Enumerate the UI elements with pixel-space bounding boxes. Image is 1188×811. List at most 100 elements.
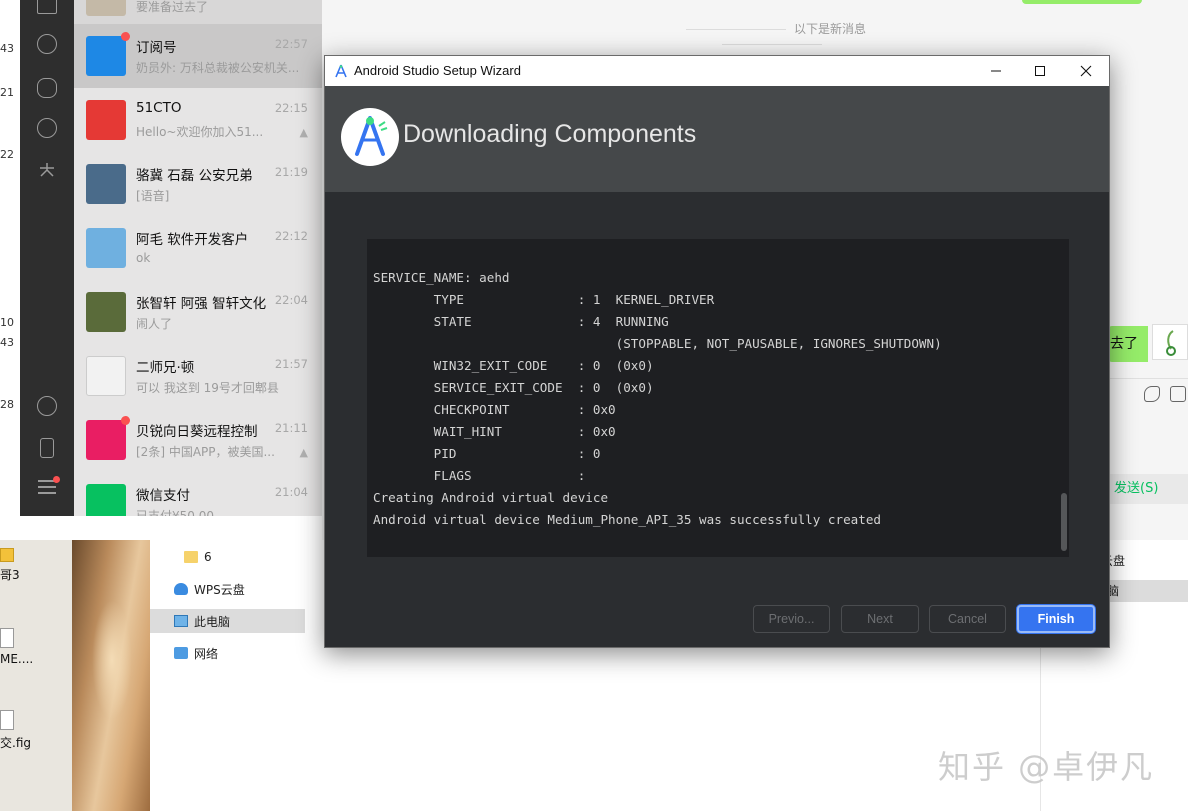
avatar bbox=[86, 228, 126, 268]
desktop: 哥3 ME.... 交.fig bbox=[0, 540, 150, 811]
avatar bbox=[86, 292, 126, 332]
message-bubble: 去了 bbox=[1108, 326, 1148, 362]
avatar bbox=[86, 164, 126, 204]
chat-list: 要准备过去了 订阅号 22:57 奶员外: 万科总裁被公安机关... 51CTO 22:… bbox=[74, 0, 322, 516]
toolbar-divider bbox=[1108, 378, 1188, 379]
chat-name: 骆冀 石磊 公安兄弟 bbox=[136, 168, 253, 184]
chat-name: 二师兄·顿 bbox=[136, 360, 195, 376]
chat-time: 21:04 bbox=[274, 485, 308, 499]
chat-list-item[interactable]: 订阅号 22:57 奶员外: 万科总裁被公安机关... bbox=[74, 24, 322, 88]
desktop-icon[interactable]: ME.... bbox=[0, 628, 72, 666]
chat-last-message: 已支付¥50.00 bbox=[136, 509, 214, 516]
console-output[interactable]: SERVICE_NAME: aehd TYPE : 1 KERNEL_DRIVE… bbox=[367, 239, 1069, 557]
mute-icon: ▲ bbox=[299, 446, 308, 459]
wechat-sidebar bbox=[20, 0, 74, 516]
maximize-button[interactable] bbox=[1017, 56, 1063, 86]
finish-button[interactable]: Finish bbox=[1017, 605, 1095, 633]
avatar bbox=[1152, 324, 1188, 360]
computer-icon bbox=[174, 615, 188, 627]
cloud-icon bbox=[174, 583, 188, 595]
video-call-icon[interactable] bbox=[1170, 386, 1186, 402]
nav-item-this-pc[interactable]: 此电脑 bbox=[150, 609, 305, 633]
setup-wizard-dialog: Android Studio Setup Wizard Downloading … bbox=[324, 55, 1110, 648]
mini-programs-icon[interactable] bbox=[37, 160, 57, 180]
files-icon[interactable] bbox=[37, 0, 57, 14]
avatar bbox=[86, 484, 126, 516]
unread-badge bbox=[121, 416, 130, 425]
phone-icon[interactable] bbox=[40, 438, 54, 458]
chat-last-message: 要准备过去了 bbox=[136, 0, 209, 14]
chat-list-item[interactable]: 贝锐向日葵远程控制 21:11 [2条] 中国APP，被美国... ▲ bbox=[74, 408, 322, 472]
menu-badge bbox=[53, 476, 60, 483]
mini-program-panel-icon[interactable] bbox=[37, 396, 57, 416]
chat-last-message: 可以 我这到 19号才回郫县 bbox=[136, 381, 279, 395]
avatar bbox=[86, 420, 126, 460]
wizard-content: SERVICE_NAME: aehd TYPE : 1 KERNEL_DRIVE… bbox=[325, 192, 1109, 647]
chat-list-item[interactable]: 51CTO 22:15 Hello~欢迎你加入51... ▲ bbox=[74, 88, 322, 152]
nav-item-network[interactable]: 网络 bbox=[150, 641, 305, 665]
minimize-icon bbox=[991, 70, 1001, 72]
chat-list-item-partial[interactable]: 要准备过去了 bbox=[74, 0, 322, 24]
chat-list-item[interactable]: 阿毛 软件开发客户 22:12 ok bbox=[74, 216, 322, 280]
maximize-icon bbox=[1035, 66, 1045, 76]
new-messages-divider: 以下是新消息 bbox=[622, 20, 922, 51]
close-button[interactable] bbox=[1063, 56, 1109, 86]
mute-icon: ▲ bbox=[299, 126, 308, 139]
chat-name: 张智轩 阿强 智轩文化 bbox=[136, 296, 267, 312]
chat-time: 22:57 bbox=[274, 37, 308, 51]
chat-name: 微信支付 bbox=[136, 488, 190, 504]
console-text: SERVICE_NAME: aehd TYPE : 1 KERNEL_DRIVE… bbox=[373, 270, 942, 527]
chat-time: 21:11 bbox=[274, 421, 308, 435]
chat-last-message: [2条] 中国APP，被美国... bbox=[136, 445, 275, 459]
chat-name: 贝锐向日葵远程控制 bbox=[136, 424, 258, 440]
window-titlebar[interactable]: Android Studio Setup Wizard bbox=[325, 56, 1109, 86]
phone-call-icon[interactable] bbox=[1144, 386, 1160, 402]
chat-time: 22:04 bbox=[274, 293, 308, 307]
chat-list-item[interactable]: 骆冀 石磊 公安兄弟 21:19 [语音] bbox=[74, 152, 322, 216]
avatar bbox=[86, 356, 126, 396]
desktop-icon[interactable]: 交.fig bbox=[0, 710, 72, 751]
wallpaper-image bbox=[72, 540, 150, 811]
nav-item-wps-cloud[interactable]: WPS云盘 bbox=[150, 577, 305, 601]
chat-list-item[interactable]: 张智轩 阿强 智轩文化 22:04 闹人了 bbox=[74, 280, 322, 344]
folder-icon bbox=[0, 548, 14, 562]
minimize-button[interactable] bbox=[973, 56, 1019, 86]
previous-button[interactable]: Previo... bbox=[753, 605, 830, 633]
nav-item-pc[interactable]: 脑 bbox=[1105, 580, 1188, 602]
cancel-button[interactable]: Cancel bbox=[929, 605, 1006, 633]
desktop-icon[interactable]: 哥3 bbox=[0, 548, 72, 583]
avatar bbox=[86, 100, 126, 140]
watermark: 知乎 @卓伊凡 bbox=[938, 748, 1155, 786]
compass-icon bbox=[343, 110, 397, 164]
chat-time: 22:15 bbox=[274, 101, 308, 115]
chat-last-message: [语音] bbox=[136, 189, 170, 203]
window-title: Android Studio Setup Wizard bbox=[354, 63, 521, 78]
android-studio-icon bbox=[335, 64, 347, 78]
channels-icon[interactable] bbox=[37, 78, 57, 98]
chat-time: 21:57 bbox=[274, 357, 308, 371]
unread-badge bbox=[121, 32, 130, 41]
message-bubble-top bbox=[1022, 0, 1142, 4]
scrollbar-thumb[interactable] bbox=[1061, 493, 1067, 551]
chat-name: 订阅号 bbox=[136, 40, 177, 56]
avatar bbox=[86, 0, 126, 16]
chat-list-item[interactable]: 微信支付 21:04 已支付¥50.00 bbox=[74, 472, 322, 516]
chat-name: 51CTO bbox=[136, 100, 182, 116]
wizard-header: Downloading Components bbox=[325, 86, 1109, 192]
send-button[interactable]: 发送(S) bbox=[1108, 474, 1188, 504]
next-button[interactable]: Next bbox=[841, 605, 919, 633]
close-icon bbox=[1080, 65, 1092, 77]
page-title: Downloading Components bbox=[403, 120, 697, 148]
chat-last-message: 闹人了 bbox=[136, 317, 173, 331]
chat-time: 21:19 bbox=[274, 165, 308, 179]
chat-list-item[interactable]: 二师兄·顿 21:57 可以 我这到 19号才回郫县 bbox=[74, 344, 322, 408]
nav-item-folder[interactable]: 6 bbox=[150, 545, 305, 569]
avatar bbox=[86, 36, 126, 76]
file-icon bbox=[0, 628, 14, 648]
network-icon bbox=[174, 647, 188, 659]
chat-time: 22:12 bbox=[274, 229, 308, 243]
chat-name: 阿毛 软件开发客户 bbox=[136, 232, 249, 248]
folder-icon bbox=[184, 551, 198, 563]
search-network-icon[interactable] bbox=[37, 118, 57, 138]
moments-icon[interactable] bbox=[37, 34, 57, 54]
